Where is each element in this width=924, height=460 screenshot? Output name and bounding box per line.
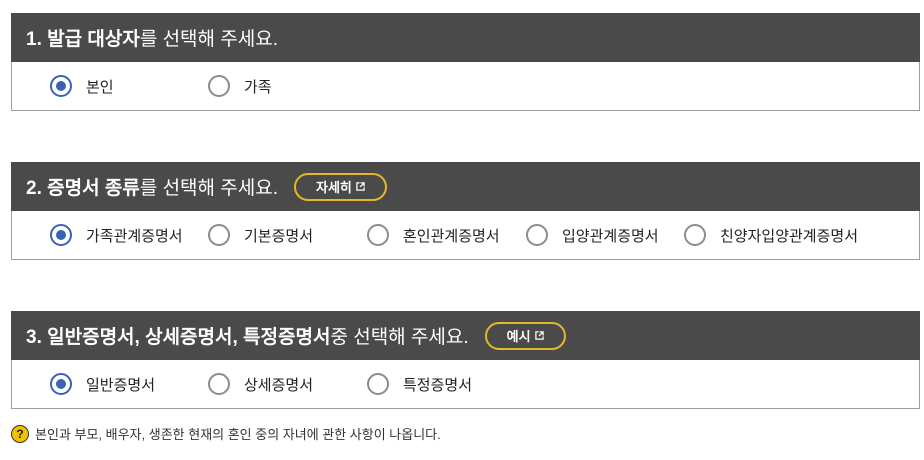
target-options: 본인 가족 <box>11 62 920 111</box>
option-family-label: 가족 <box>244 78 272 96</box>
option-label: 일반증명서 <box>86 376 156 394</box>
radio-basic-cert[interactable] <box>208 224 230 246</box>
detail-level-title: 3. 일반증명서, 상세증명서, 특정증명서 <box>26 327 331 348</box>
target-section-title: 1. 발급 대상자 <box>26 29 140 50</box>
option-detailed-cert[interactable]: 상세증명서 <box>208 370 313 398</box>
option-family[interactable]: 가족 <box>208 72 272 100</box>
certificate-type-header: 2. 증명서 종류 를 선택해 주세요. 자세히 <box>11 162 920 211</box>
option-label: 입양관계증명서 <box>562 227 659 245</box>
option-label: 상세증명서 <box>244 376 314 394</box>
option-specific-cert[interactable]: 특정증명서 <box>367 370 472 398</box>
detail-level-options: 일반증명서 상세증명서 특정증명서 <box>11 360 920 409</box>
option-self[interactable]: 본인 <box>50 72 114 100</box>
option-adoption-cert[interactable]: 입양관계증명서 <box>526 221 659 249</box>
option-label: 가족관계증명서 <box>86 227 183 245</box>
radio-full-adoption-cert[interactable] <box>684 224 706 246</box>
radio-marriage-cert[interactable] <box>367 224 389 246</box>
option-general-cert[interactable]: 일반증명서 <box>50 370 155 398</box>
radio-adoption-cert[interactable] <box>526 224 548 246</box>
option-marriage-cert[interactable]: 혼인관계증명서 <box>367 221 500 249</box>
detail-level-section: 3. 일반증명서, 상세증명서, 특정증명서 중 선택해 주세요. 예시 일반증… <box>11 311 920 409</box>
option-self-label: 본인 <box>86 78 114 96</box>
example-button-label: 예시 <box>506 329 531 344</box>
details-button[interactable]: 자세히 <box>294 172 387 201</box>
certificate-type-options: 가족관계증명서 기본증명서 혼인관계증명서 입양관계증명서 친양자입양관계증명서 <box>11 211 920 260</box>
target-section: 1. 발급 대상자 를 선택해 주세요. 본인 가족 <box>11 13 920 111</box>
option-family-relation-cert[interactable]: 가족관계증명서 <box>50 221 183 249</box>
option-basic-cert[interactable]: 기본증명서 <box>208 221 313 249</box>
external-link-icon <box>356 182 365 191</box>
radio-family-relation-cert[interactable] <box>50 224 72 246</box>
help-note-text: 본인과 부모, 배우자, 생존한 현재의 혼인 중의 자녀에 관한 사항이 나옵… <box>35 427 441 442</box>
radio-specific-cert[interactable] <box>367 373 389 395</box>
target-section-header: 1. 발급 대상자 를 선택해 주세요. <box>11 13 920 62</box>
certificate-type-section: 2. 증명서 종류 를 선택해 주세요. 자세히 가족관계증명서 기본증명서 혼인… <box>11 162 920 260</box>
radio-general-cert[interactable] <box>50 373 72 395</box>
question-icon: ? <box>11 424 29 443</box>
example-button[interactable]: 예시 <box>484 321 566 350</box>
option-label: 친양자입양관계증명서 <box>720 227 859 245</box>
option-full-adoption-cert[interactable]: 친양자입양관계증명서 <box>684 221 858 249</box>
option-label: 기본증명서 <box>244 227 314 245</box>
certificate-type-subtitle: 를 선택해 주세요. <box>139 178 279 199</box>
radio-detailed-cert[interactable] <box>208 373 230 395</box>
detail-level-subtitle: 중 선택해 주세요. <box>330 327 469 348</box>
details-button-label: 자세히 <box>316 180 352 195</box>
detail-level-header: 3. 일반증명서, 상세증명서, 특정증명서 중 선택해 주세요. 예시 <box>11 311 920 360</box>
target-section-subtitle: 를 선택해 주세요. <box>139 29 279 50</box>
radio-family[interactable] <box>208 75 230 97</box>
external-link-icon <box>534 331 544 340</box>
radio-self[interactable] <box>50 75 72 97</box>
option-label: 특정증명서 <box>403 376 473 394</box>
option-label: 혼인관계증명서 <box>403 227 500 245</box>
certificate-type-title: 2. 증명서 종류 <box>26 178 140 199</box>
help-note: ? 본인과 부모, 배우자, 생존한 현재의 혼인 중의 자녀에 관한 사항이 … <box>11 424 441 443</box>
